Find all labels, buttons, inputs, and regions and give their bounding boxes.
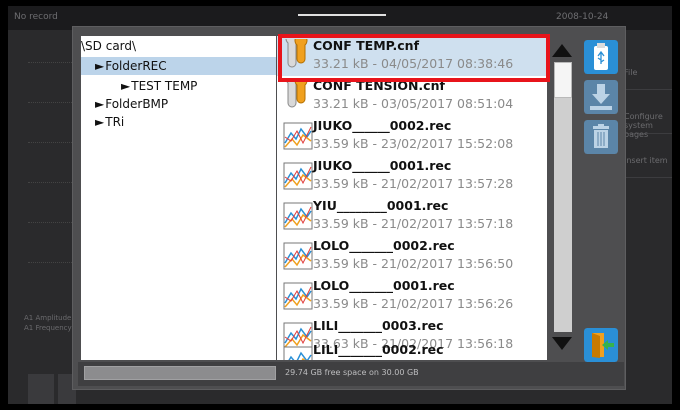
record-file-icon (283, 282, 313, 310)
expand-arrow-icon: ► (95, 59, 105, 73)
file-meta: 33.59 kB - 21/02/2017 13:57:18 (313, 216, 514, 231)
record-status: No record (14, 12, 58, 22)
background-side-menu: File Configure system pages Insert item (620, 46, 672, 236)
file-name: JIUKO______0001.rec (313, 158, 452, 173)
topbar-indicator (298, 14, 386, 16)
scroll-up-icon[interactable] (549, 40, 575, 60)
file-name: LOLO_______0001.rec (313, 278, 455, 293)
background-grid-line (28, 102, 78, 103)
tree-item-label: TRi (105, 115, 125, 129)
record-file-icon (283, 162, 313, 190)
frequency-label: A1 Frequency (24, 324, 72, 332)
scroll-thumb[interactable] (554, 62, 572, 98)
tree-item-label: TEST TEMP (131, 79, 198, 93)
file-name: YIU________0001.rec (313, 198, 449, 213)
tree-item-label: FolderBMP (105, 97, 169, 111)
side-menu-item-file: File (620, 46, 672, 90)
file-name: LOLO_______0002.rec (313, 238, 455, 253)
file-meta: 33.59 kB - 23/02/2017 15:52:08 (313, 136, 514, 151)
file-row[interactable]: LILI_______0002.rec (277, 340, 547, 360)
background-grid-line (28, 182, 78, 183)
file-row[interactable]: LOLO_______0001.rec 33.59 kB - 21/02/201… (277, 276, 547, 316)
file-row[interactable]: JIUKO______0001.rec 33.59 kB - 21/02/201… (277, 156, 547, 196)
file-row[interactable]: LOLO_______0002.rec 33.59 kB - 21/02/201… (277, 236, 547, 276)
file-meta: 33.59 kB - 21/02/2017 13:56:26 (313, 296, 514, 311)
side-menu-item-insert: Insert item (620, 134, 672, 178)
expand-arrow-icon: ► (121, 79, 131, 93)
free-space-label: 29.74 GB free space on 30.00 GB (285, 368, 419, 377)
delete-button[interactable] (584, 120, 618, 154)
file-row[interactable]: JIUKO______0002.rec 33.59 kB - 23/02/201… (277, 116, 547, 156)
file-list-scrollbar[interactable] (548, 36, 576, 360)
tree-item-folderrec[interactable]: ►FolderREC (81, 57, 276, 75)
background-grid-line (28, 222, 78, 223)
expand-arrow-icon: ► (95, 97, 105, 111)
file-name: JIUKO______0002.rec (313, 118, 452, 133)
highlight-annotation (278, 34, 550, 82)
exit-button[interactable] (584, 328, 618, 362)
clock-readout: 2008-10-24 (556, 12, 609, 22)
scroll-track[interactable] (554, 62, 572, 332)
file-row[interactable]: YIU________0001.rec 33.59 kB - 21/02/201… (277, 196, 547, 236)
storage-usage-bar (84, 366, 276, 380)
file-row[interactable]: CONF TENSION.cnf 33.21 kB - 03/05/2017 0… (277, 76, 547, 116)
transfer-button[interactable] (584, 80, 618, 114)
record-file-icon (283, 346, 313, 360)
record-file-icon (283, 122, 313, 150)
tree-root[interactable]: \SD card\ (81, 39, 136, 53)
usb-export-button[interactable] (584, 40, 618, 74)
tree-item-folderbmp[interactable]: ►FolderBMP (95, 97, 168, 111)
folder-tree: \SD card\ ►FolderREC ►TEST TEMP ►FolderB… (81, 36, 276, 360)
back-button[interactable] (28, 374, 54, 404)
expand-arrow-icon: ► (95, 115, 105, 129)
file-name: LILI_______0003.rec (313, 318, 444, 333)
file-meta: 33.59 kB - 21/02/2017 13:57:28 (313, 176, 514, 191)
record-file-icon (283, 242, 313, 270)
tree-item-test-temp[interactable]: ►TEST TEMP (121, 79, 197, 93)
file-name: LILI_______0002.rec (313, 342, 444, 357)
background-grid-line (28, 62, 78, 63)
background-grid-line (28, 142, 78, 143)
file-meta: 33.21 kB - 03/05/2017 08:51:04 (313, 96, 514, 111)
file-list: CONF TEMP.cnf 33.21 kB - 04/05/2017 08:3… (277, 36, 547, 360)
tree-item-tri[interactable]: ►TRi (95, 115, 124, 129)
file-meta: 33.59 kB - 21/02/2017 13:56:50 (313, 256, 514, 271)
amplitude-label: A1 Amplitude (24, 314, 72, 322)
tree-item-label: FolderREC (105, 59, 167, 73)
background-grid-line (28, 262, 78, 263)
side-menu-item-configure: Configure system pages (620, 90, 672, 139)
config-file-icon (285, 79, 308, 108)
record-file-icon (283, 202, 313, 230)
scroll-down-icon[interactable] (549, 334, 575, 354)
